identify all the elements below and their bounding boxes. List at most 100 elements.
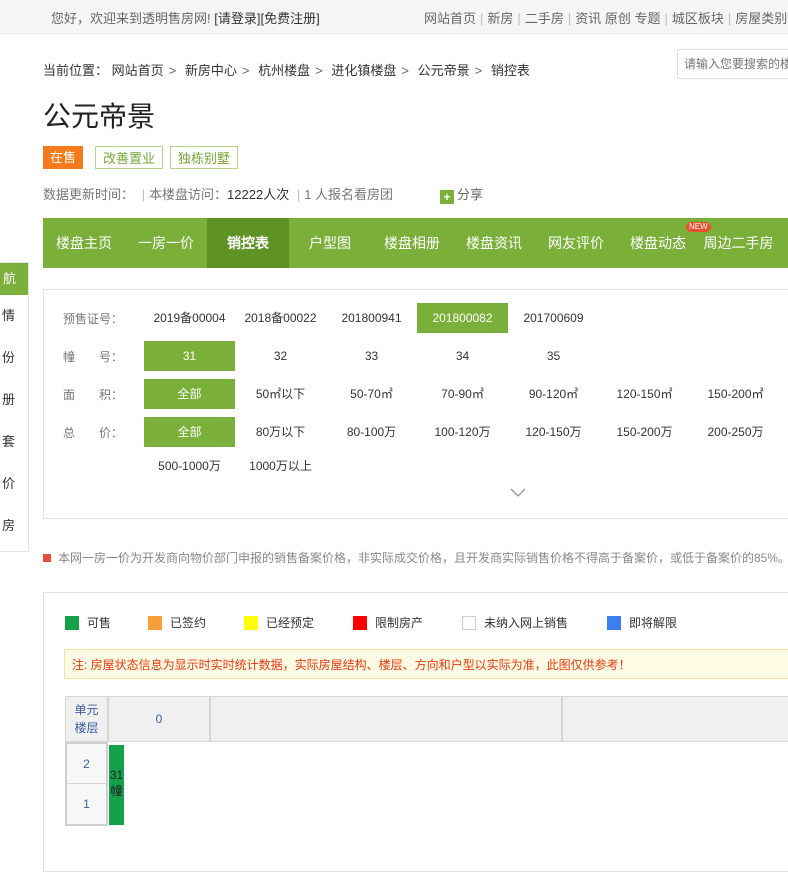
presale-option[interactable]: 201700609 [508,303,599,333]
area-option[interactable]: 70-90㎡ [417,379,508,409]
breadcrumb-project[interactable]: 公元帝景 [418,63,470,78]
unit-column-header-empty [210,696,562,742]
presale-option[interactable]: 2018备00022 [235,303,326,333]
welcome-text: 您好，欢迎来到透明售房网! [请登录][免费注册] [51,8,320,27]
legend-label: 未纳入网上销售 [484,616,569,630]
chevron-down-icon[interactable] [510,487,526,501]
tab-nearby-secondhand[interactable]: 周边二手房 [699,218,778,268]
room-cell[interactable]: 31幢 [109,745,124,825]
presale-label: 预售证号： [63,312,124,326]
register-link[interactable]: [免费注册] [260,11,319,26]
breadcrumb-current: 销控表 [490,63,530,78]
legend-swatch [65,616,79,630]
price-option[interactable]: 80万以下 [235,417,326,447]
warning-bar: 注: 房屋状态信息为显示时实时统计数据，实际房屋结构、楼层、方向和户型以实际为准… [64,649,788,679]
price-option[interactable]: 100-120万 [417,417,508,447]
breadcrumb-newhouse[interactable]: 新房中心 [185,63,237,78]
status-badge: 在售 [43,146,84,169]
left-nav-item[interactable]: 套 [0,421,28,463]
legend-swatch [607,616,621,630]
presale-option[interactable]: 201800941 [326,303,417,333]
update-time-label: 数据更新时间： [43,187,135,202]
legend-swatch [353,616,367,630]
area-option[interactable]: 90-120㎡ [508,379,599,409]
legend-soon-unlocked: 即将解限 [607,615,677,631]
unit-label: 单元 [74,703,99,717]
floor-cell: 2 [67,744,106,784]
share-button[interactable]: + 分享 [440,184,483,204]
plus-icon: + [440,190,454,204]
left-nav-item[interactable]: 情 [0,295,28,337]
floor-cell: 1 [83,797,90,811]
area-option[interactable]: 50-70㎡ [326,379,417,409]
area-option[interactable]: 50㎡以下 [235,379,326,409]
area-option[interactable]: 120-150㎡ [599,379,690,409]
tab-sales-control[interactable]: 销控表 [207,218,289,268]
search-input[interactable] [677,49,788,79]
legend-available: 可售 [65,615,111,631]
project-info-line: 数据更新时间： | 本楼盘访问：12222人次 | 1 人报名看房团 [43,187,394,202]
building-option[interactable]: 33 [326,341,417,371]
left-nav-item[interactable]: 房 [0,505,28,547]
price-label: 总 价： [63,426,124,440]
area-option[interactable]: 150-200㎡ [690,379,781,409]
project-nav: 楼盘主页 一房一价 销控表 户型图 楼盘相册 楼盘资讯 网友评价 楼盘动态 周边… [43,218,788,268]
legend-swatch [244,616,258,630]
breadcrumb-city[interactable]: 杭州楼盘 [258,63,310,78]
price-notice: 本网一房一价为开发商向物价部门申报的销售备案价格，非实际成交价格，且开发商实际销… [43,549,788,566]
tab-reviews[interactable]: 网友评价 [535,218,617,268]
topnav-district[interactable]: 城区板块 [672,11,724,26]
price-option[interactable]: 80-100万 [326,417,417,447]
breadcrumb-home[interactable]: 网站首页 [112,63,164,78]
top-bar: 您好，欢迎来到透明售房网! [请登录][免费注册] 网站首页 | 新房 | 二手房 | 资讯… [0,0,788,34]
floor-label: 楼层 [74,721,99,735]
building-option[interactable]: 32 [235,341,326,371]
topnav-secondhand[interactable]: 二手房 [525,11,564,26]
area-option-selected[interactable]: 全部 [144,379,235,409]
building-option-selected[interactable]: 31 [144,341,235,371]
price-option[interactable]: 200-250万 [690,417,781,447]
feature-tag: 改善置业 [95,146,164,169]
price-option[interactable]: 150-200万 [599,417,690,447]
topnav-newhouse[interactable]: 新房 [487,11,513,26]
topnav-category[interactable]: 房屋类别 [735,11,787,26]
presale-option-selected[interactable]: 201800082 [417,303,508,333]
tab-price-list[interactable]: 一房一价 [125,218,207,268]
price-option[interactable]: 1000万以上 [235,451,326,481]
breadcrumb-town[interactable]: 进化镇楼盘 [331,63,396,78]
visits-value: 12222人次 [227,187,290,202]
building-option[interactable]: 34 [417,341,508,371]
tab-album[interactable]: 楼盘相册 [371,218,453,268]
unit-floor-header: 单元 楼层 [65,696,108,742]
share-label: 分享 [457,187,484,202]
price-option[interactable]: 500-1000万 [144,451,235,481]
visits-label: 本楼盘访问： [149,187,228,202]
legend-label: 已经预定 [266,616,315,630]
welcome-message: 您好，欢迎来到透明售房网! [51,11,211,26]
price-option[interactable]: 120-150万 [508,417,599,447]
legend-swatch [148,616,162,630]
left-nav-head: 航 [0,263,28,295]
legend-label: 可售 [87,616,112,630]
area-label: 面 积： [63,388,124,402]
feature-tag: 独栋别墅 [170,146,239,169]
login-link[interactable]: [请登录] [214,11,260,26]
left-nav-item[interactable]: 册 [0,379,28,421]
top-nav: 网站首页|新房|二手房|资讯 原创 专题|城区板块|房屋类别|选 [424,11,788,26]
left-float-nav: 航 情 份 册 套 价 房 [0,262,29,552]
unit-column-header: 0 [108,696,210,742]
notice-marker-icon [43,554,51,562]
topnav-home[interactable]: 网站首页 [424,11,476,26]
unit-column-header-empty [562,696,788,742]
project-title: 公元帝景 [43,101,156,132]
left-nav-item[interactable]: 价 [0,463,28,505]
presale-option[interactable]: 2019备00004 [144,303,235,333]
price-option-selected[interactable]: 全部 [144,417,235,447]
tab-floor-plans[interactable]: 户型图 [289,218,371,268]
legend-swatch [462,616,476,630]
left-nav-item[interactable]: 份 [0,337,28,379]
building-option[interactable]: 35 [508,341,599,371]
topnav-news[interactable]: 资讯 原创 专题 [575,11,660,26]
tab-news[interactable]: 楼盘资讯 [453,218,535,268]
tab-home[interactable]: 楼盘主页 [43,218,125,268]
